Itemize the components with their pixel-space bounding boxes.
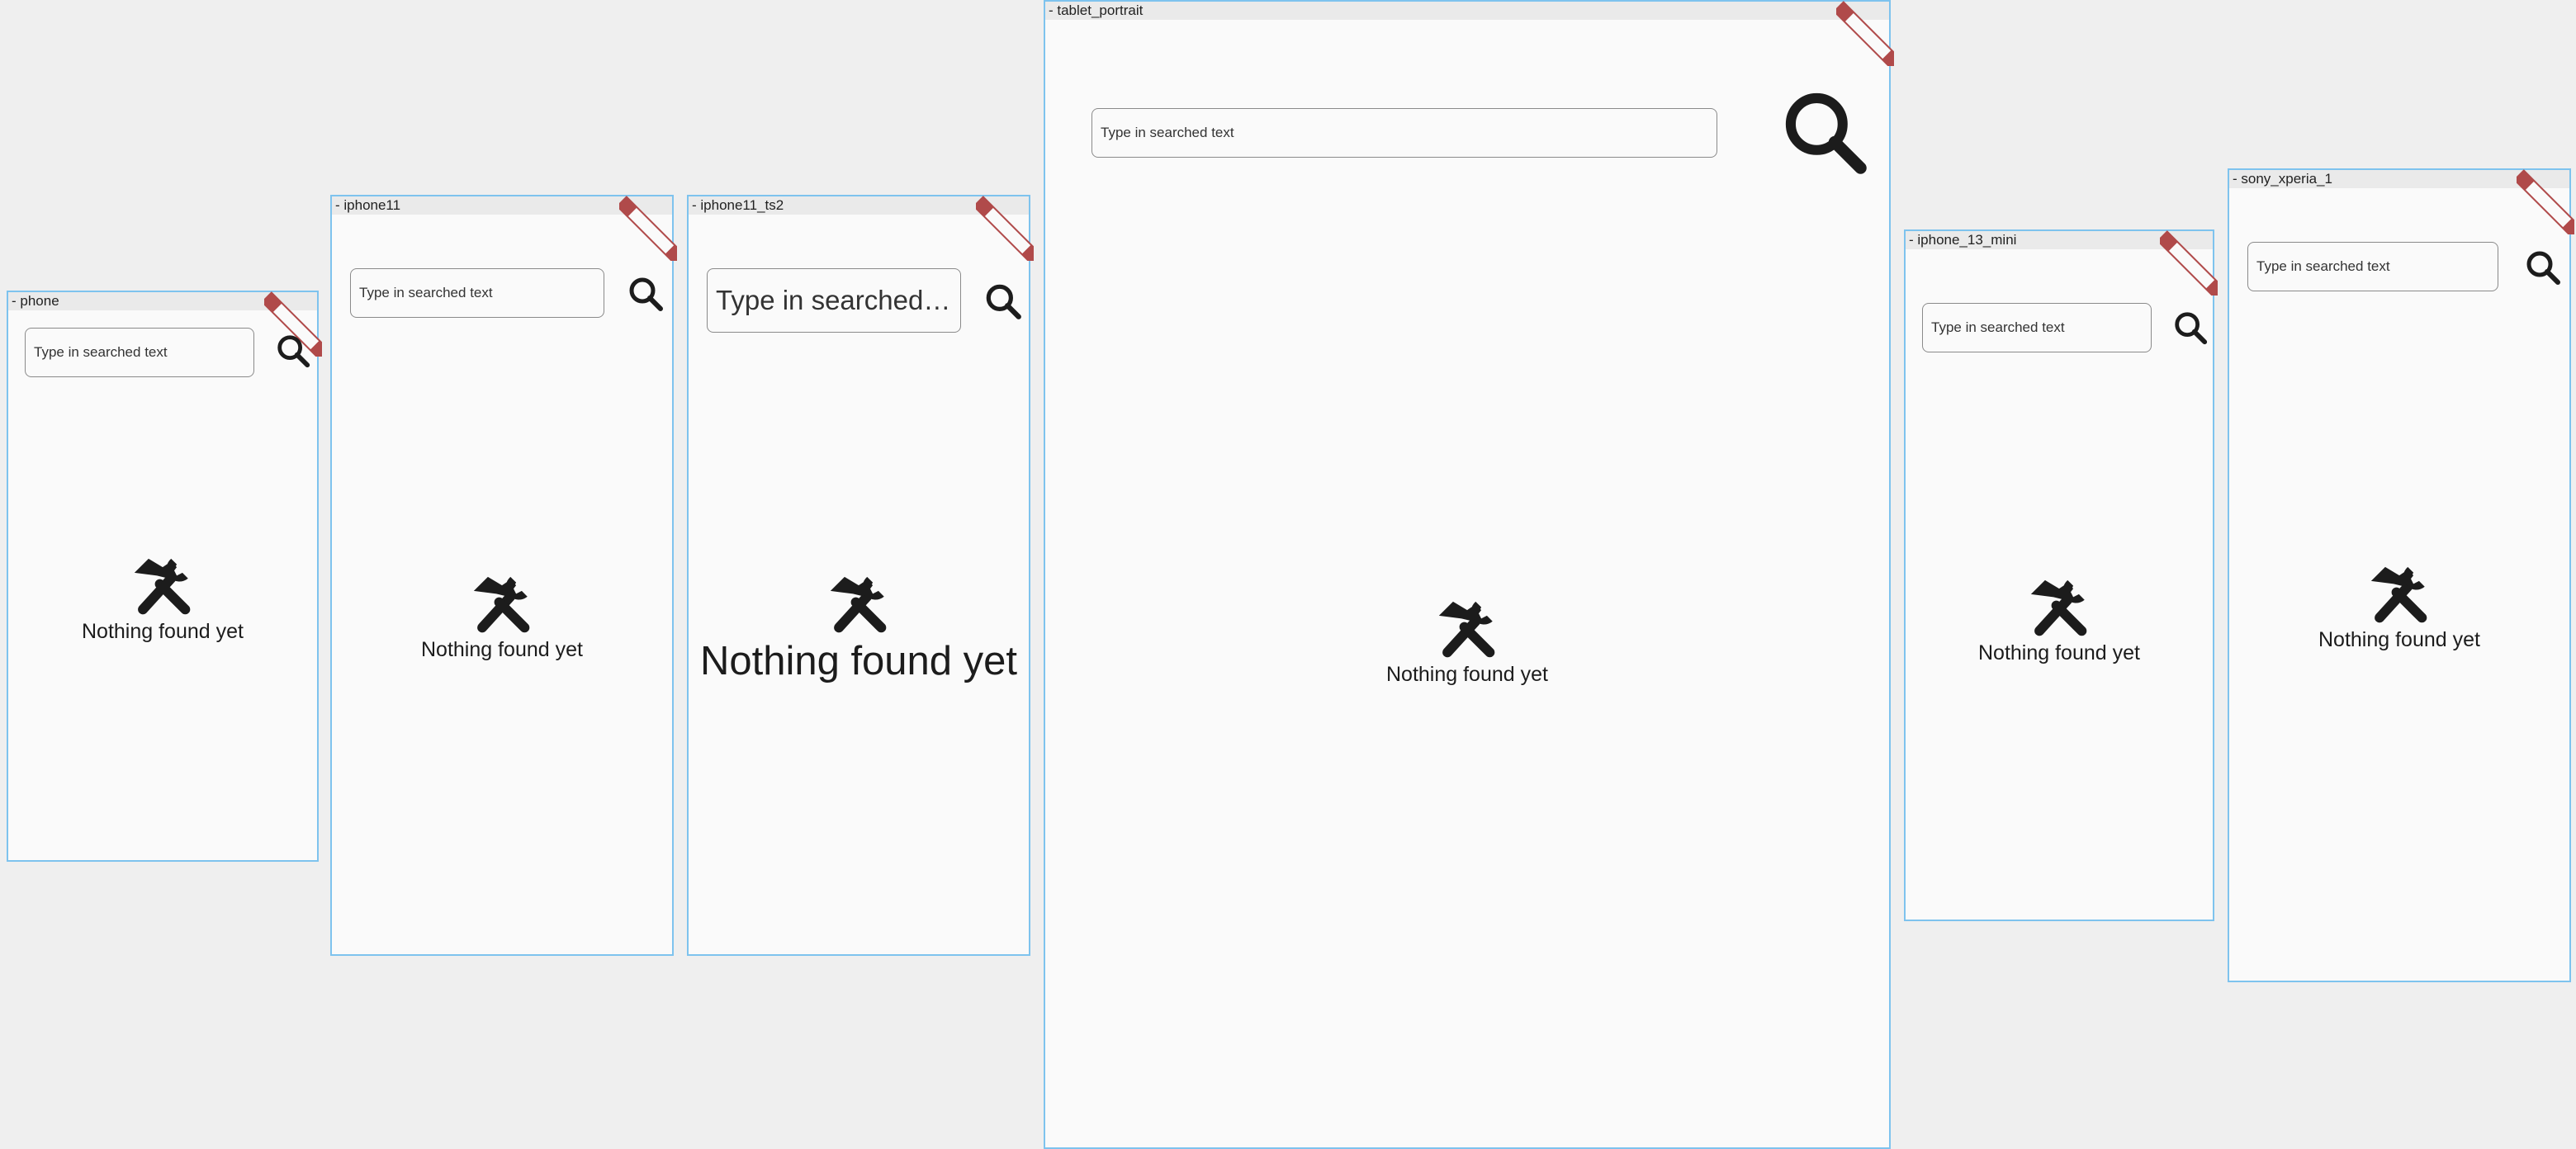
device-frame-iphone11: - iphone11 Type in searched text Nothing… xyxy=(330,195,677,956)
search-input[interactable]: Type in searched text xyxy=(1922,303,2152,352)
device-label: - iphone11_ts2 xyxy=(689,196,1029,215)
search-placeholder: Type in searched text xyxy=(1101,125,1234,140)
empty-state-message: Nothing found yet xyxy=(421,638,583,661)
tools-icon xyxy=(2030,579,2087,636)
device-label: - tablet_portrait xyxy=(1045,2,1889,20)
tools-icon xyxy=(830,576,887,633)
device-frame-phone: - phone Type in searched text Nothing fo… xyxy=(7,291,322,862)
search-placeholder: Type in searched text xyxy=(1931,319,2065,335)
empty-state: Nothing found yet xyxy=(8,553,317,644)
search-placeholder: Type in searched text xyxy=(2256,258,2390,274)
search-input[interactable]: Type in searched text xyxy=(2247,242,2498,291)
device-label: - phone xyxy=(8,292,317,310)
search-icon[interactable] xyxy=(626,274,665,314)
search-icon[interactable] xyxy=(2523,248,2563,287)
tools-icon xyxy=(473,576,530,633)
search-input[interactable]: Type in searched text xyxy=(25,328,254,377)
search-placeholder: Type in searched text xyxy=(34,344,168,360)
empty-state: Nothing found yet xyxy=(689,571,1029,684)
search-input[interactable]: Type in searched text xyxy=(350,268,604,318)
search-icon[interactable] xyxy=(1777,84,1873,180)
empty-state: Nothing found yet xyxy=(1045,596,1889,687)
search-placeholder: Type in searched text xyxy=(359,285,493,300)
device-label: - iphone11 xyxy=(332,196,672,215)
search-input[interactable]: Type in searched text xyxy=(707,268,961,333)
device-label: - sony_xperia_1 xyxy=(2229,170,2569,188)
tools-icon xyxy=(2370,566,2427,623)
device-frame-iphone11-ts2: - iphone11_ts2 Type in searched text Not… xyxy=(687,195,1034,956)
device-frame-sony-xperia-1: - sony_xperia_1 Type in searched text No… xyxy=(2228,168,2574,982)
tools-icon xyxy=(134,558,191,615)
empty-state-message: Nothing found yet xyxy=(699,639,1018,683)
empty-state: Nothing found yet xyxy=(2229,561,2569,652)
empty-state-message: Nothing found yet xyxy=(1386,663,1548,686)
empty-state: Nothing found yet xyxy=(332,571,672,662)
device-frame-tablet-portrait: - tablet_portrait Type in searched text … xyxy=(1044,0,1894,1149)
tools-icon xyxy=(1438,601,1495,658)
search-icon[interactable] xyxy=(274,332,312,370)
search-icon[interactable] xyxy=(983,281,1024,322)
device-label: - iphone_13_mini xyxy=(1906,231,2213,249)
empty-state-message: Nothing found yet xyxy=(2318,628,2480,651)
empty-state-message: Nothing found yet xyxy=(1978,641,2140,664)
empty-state-message: Nothing found yet xyxy=(82,620,244,643)
search-input[interactable]: Type in searched text xyxy=(1091,108,1717,158)
device-frame-iphone-13-mini: - iphone_13_mini Type in searched text N… xyxy=(1904,229,2218,921)
empty-state: Nothing found yet xyxy=(1906,574,2213,665)
search-placeholder: Type in searched text xyxy=(716,285,952,315)
search-icon[interactable] xyxy=(2171,309,2209,347)
